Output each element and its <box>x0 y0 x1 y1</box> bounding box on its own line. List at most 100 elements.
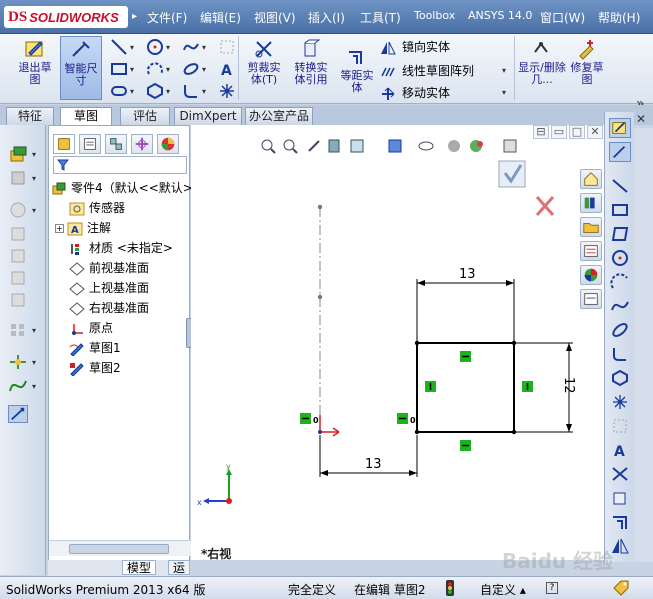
design-library-icon[interactable] <box>580 193 602 213</box>
arc-tool-dropdown-icon[interactable]: ▾ <box>166 65 170 74</box>
horizontal-relation-icon[interactable] <box>460 351 471 362</box>
custom-properties-icon[interactable] <box>580 289 602 309</box>
tree-item-front-plane[interactable]: 前视基准面 <box>69 258 149 278</box>
convert-entities-icon[interactable] <box>609 488 631 508</box>
arc-tool-icon[interactable] <box>609 272 631 292</box>
display-delete-relations-button[interactable]: 显示/删除几... <box>518 36 566 100</box>
menu-edit[interactable]: 编辑(E) <box>200 9 241 26</box>
tab-motion-study[interactable]: 运动算例 1 <box>168 560 191 599</box>
fillet-tool-icon[interactable] <box>182 82 200 100</box>
linear-pattern-button[interactable]: 线性草图阵列 <box>380 62 474 79</box>
feature-tree-tab-icon[interactable] <box>53 134 75 154</box>
coincident-relation-icon[interactable]: 0 <box>300 413 319 425</box>
smart-dimension-icon[interactable] <box>609 142 631 162</box>
extrude-dropdown-icon[interactable]: ▾ <box>32 150 36 159</box>
property-manager-tab-icon[interactable] <box>79 134 101 154</box>
centerline-endpoint[interactable] <box>317 204 323 210</box>
ellipse-tool-icon[interactable] <box>182 60 200 78</box>
appearances-icon[interactable] <box>580 265 602 285</box>
shell-icon[interactable] <box>8 269 28 287</box>
circle-tool-dropdown-icon[interactable]: ▾ <box>166 43 170 52</box>
tab-model[interactable]: 模型 <box>122 560 157 575</box>
pattern-feature-icon[interactable] <box>8 321 28 339</box>
point-tool-icon[interactable] <box>218 82 236 100</box>
rectangle-corner[interactable] <box>511 340 517 346</box>
menu-view[interactable]: 视图(V) <box>254 9 296 26</box>
curves-icon[interactable] <box>8 377 28 395</box>
tree-item-top-plane[interactable]: 上视基准面 <box>69 278 149 298</box>
reference-geometry-icon[interactable] <box>8 353 28 371</box>
menu-ansys[interactable]: ANSYS 14.0 <box>468 9 532 22</box>
dimension-top[interactable] <box>416 279 515 341</box>
rectangle-tool-dropdown-icon[interactable]: ▾ <box>130 65 134 74</box>
parallelogram-tool-icon[interactable] <box>609 224 631 244</box>
pattern-dropdown-icon[interactable]: ▾ <box>32 326 36 335</box>
tree-item-sketch2[interactable]: 草图2 <box>69 358 121 378</box>
menu-window[interactable]: 窗口(W) <box>540 9 585 26</box>
polygon-tool-dropdown-icon[interactable]: ▾ <box>166 87 170 96</box>
circle-tool-icon[interactable] <box>146 38 164 56</box>
tab-sketch[interactable]: 草图 <box>60 107 112 125</box>
solidworks-logo[interactable]: DS SOLIDWORKS <box>4 6 128 28</box>
tree-root-part[interactable]: 零件4（默认<<默认> <box>51 178 193 198</box>
rectangle-corner[interactable] <box>511 429 517 435</box>
dimension-bottom-value[interactable]: 13 <box>365 457 382 472</box>
scrollbar-thumb[interactable] <box>69 544 169 554</box>
menu-tools[interactable]: 工具(T) <box>360 9 401 26</box>
sketch-mode-icon[interactable] <box>609 118 631 138</box>
configuration-manager-tab-icon[interactable] <box>105 134 127 154</box>
reference-geometry-dropdown-icon[interactable]: ▾ <box>32 358 36 367</box>
exit-sketch-button[interactable]: 退出草图 <box>14 36 56 100</box>
text-tool-icon[interactable]: A <box>609 440 631 460</box>
sketch-canvas[interactable]: 0 0 13 12 13 y x <box>191 125 604 560</box>
revolve-icon[interactable] <box>8 169 28 187</box>
tree-expand-icon[interactable]: + <box>55 224 64 233</box>
extrude-icon[interactable] <box>8 145 28 163</box>
rectangle-tool-icon[interactable] <box>110 60 128 78</box>
circle-tool-icon[interactable] <box>609 248 631 268</box>
curves-dropdown-icon[interactable]: ▾ <box>32 382 36 391</box>
sketch-origin-icon[interactable] <box>318 415 340 437</box>
display-manager-tab-icon[interactable] <box>157 134 179 154</box>
coincident-relation-icon[interactable]: 0 <box>397 413 416 425</box>
line-tool-icon[interactable] <box>110 38 128 56</box>
fillet-feature-icon[interactable] <box>8 225 28 243</box>
construction-geometry-icon[interactable] <box>609 416 631 436</box>
menu-file[interactable]: 文件(F) <box>147 9 187 26</box>
tree-item-origin[interactable]: 原点 <box>69 318 113 338</box>
tree-item-annotations[interactable]: + A 注解 <box>55 218 111 238</box>
sweep-dropdown-icon[interactable]: ▾ <box>32 206 36 215</box>
tree-item-right-plane[interactable]: 右视基准面 <box>69 298 149 318</box>
convert-entities-button[interactable]: 转换实体引用 <box>290 36 332 100</box>
dimension-right-value[interactable]: 12 <box>561 377 576 394</box>
slot-tool-icon[interactable] <box>110 82 128 100</box>
revolve-dropdown-icon[interactable]: ▾ <box>32 174 36 183</box>
text-tool-icon[interactable]: A <box>218 60 236 78</box>
menu-insert[interactable]: 插入(I) <box>308 9 345 26</box>
horizontal-relation-icon[interactable] <box>460 440 471 451</box>
fillet-tool-dropdown-icon[interactable]: ▾ <box>202 87 206 96</box>
tag-icon[interactable] <box>612 580 630 596</box>
graphics-area[interactable]: ⊟ ▭ □ ✕ 0 0 13 12 13 y x *右视 <box>191 125 604 561</box>
view-palette-icon[interactable] <box>580 241 602 261</box>
rectangle-corner[interactable] <box>414 340 420 346</box>
slot-tool-dropdown-icon[interactable]: ▾ <box>130 87 134 96</box>
trim-entities-button[interactable]: 剪裁实体(T) <box>243 36 285 100</box>
draft-icon[interactable] <box>8 291 28 309</box>
tab-office-products[interactable]: 办公室产品 <box>245 107 313 125</box>
rectangle-corner[interactable] <box>414 429 420 435</box>
chamfer-icon[interactable] <box>8 247 28 265</box>
repair-sketch-button[interactable]: 修复草图 <box>566 36 608 100</box>
tree-item-sensors[interactable]: 传感器 <box>69 198 125 218</box>
tree-item-sketch1[interactable]: 草图1 <box>69 338 121 358</box>
line-tool-dropdown-icon[interactable]: ▾ <box>130 43 134 52</box>
centerline-point[interactable] <box>317 294 323 300</box>
tab-dimxpert[interactable]: DimXpert <box>174 107 242 125</box>
tab-features[interactable]: 特征 <box>6 107 54 125</box>
polygon-tool-icon[interactable] <box>609 368 631 388</box>
file-explorer-icon[interactable] <box>580 217 602 237</box>
cancel-sketch-icon[interactable] <box>535 196 555 216</box>
offset-entities-button[interactable]: 等距实体 <box>336 44 378 108</box>
linear-pattern-dropdown-icon[interactable]: ▾ <box>502 66 506 75</box>
move-dropdown-icon[interactable]: ▾ <box>502 88 506 97</box>
